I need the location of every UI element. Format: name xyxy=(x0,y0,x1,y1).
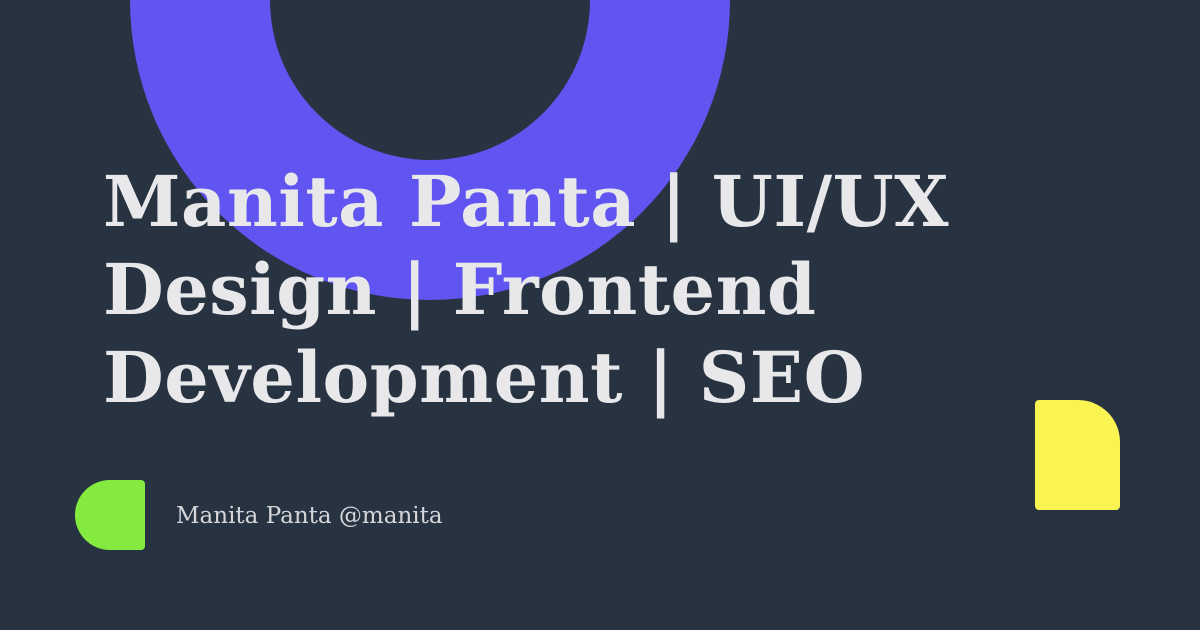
green-shape-decoration xyxy=(75,480,145,550)
social-card: Manita Panta | UI/UX Design | Frontend D… xyxy=(0,0,1200,630)
author-byline: Manita Panta @manita xyxy=(176,503,443,529)
card-title: Manita Panta | UI/UX Design | Frontend D… xyxy=(103,160,950,419)
